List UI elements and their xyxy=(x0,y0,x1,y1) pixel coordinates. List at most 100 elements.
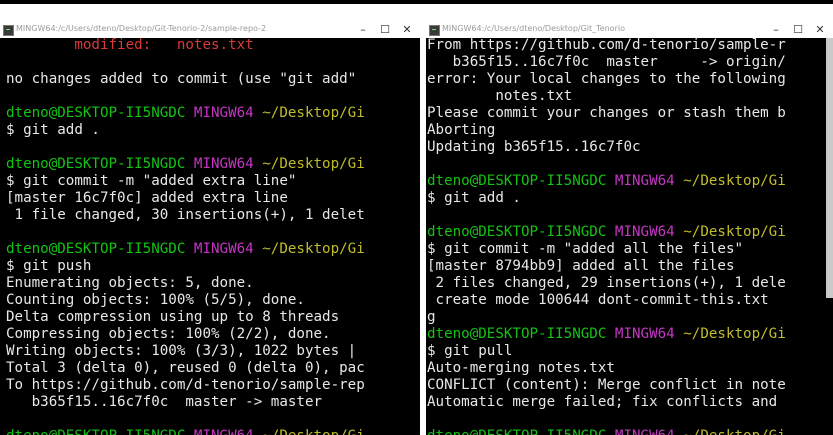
terminal-line: Automatic merge failed; fix conflicts an… xyxy=(427,394,833,411)
minimize-button[interactable]: – xyxy=(765,22,787,38)
right-window-title: MINGW64:/c/Users/dteno/Desktop/Git_Tenor… xyxy=(442,24,625,33)
terminal-text: $ git push xyxy=(6,258,92,274)
terminal-text: dteno@DESKTOP-II5NGDC xyxy=(427,173,615,189)
terminal-line: dteno@DESKTOP-II5NGDC MINGW64 ~/Desktop/… xyxy=(427,428,833,435)
terminal-text: MINGW64 xyxy=(194,428,262,435)
right-window-titlebar[interactable]: MINGW64:/c/Users/dteno/Desktop/Git_Tenor… xyxy=(426,22,833,38)
terminal-text: ~/Desktop/Gi xyxy=(262,156,365,172)
terminal-text: error: Your local changes to the followi… xyxy=(427,71,786,87)
terminal-line: [master 8794bb9] added all the files xyxy=(427,258,833,275)
terminal-text: ~/Desktop/Gi xyxy=(683,173,786,189)
terminal-app-icon xyxy=(429,25,440,36)
terminal-line: CONFLICT (content): Merge conflict in no… xyxy=(427,377,833,394)
terminal-line: [master 16c7f0c] added extra line xyxy=(6,190,420,207)
terminal-text: [master 8794bb9] added all the files xyxy=(427,258,735,274)
terminal-line: dteno@DESKTOP-II5NGDC MINGW64 ~/Desktop/… xyxy=(427,326,833,343)
terminal-text: Delta compression using up to 8 threads xyxy=(6,309,340,325)
left-terminal-output[interactable]: modified: notes.txt no changes added to c… xyxy=(6,37,420,435)
terminal-line: dteno@DESKTOP-II5NGDC MINGW64 ~/Desktop/… xyxy=(427,173,833,190)
terminal-line: Total 3 (delta 0), reused 0 (delta 0), p… xyxy=(6,360,420,377)
terminal-text: ~/Desktop/Gi xyxy=(683,428,786,435)
close-button[interactable]: ✕ xyxy=(809,22,831,38)
terminal-line: Writing objects: 100% (3/3), 1022 bytes … xyxy=(6,343,420,360)
terminal-text: Auto-merging notes.txt xyxy=(427,360,615,376)
terminal-text: Compressing objects: 100% (2/2), done. xyxy=(6,326,331,342)
terminal-text: dteno@DESKTOP-II5NGDC xyxy=(427,326,615,342)
terminal-line: Auto-merging notes.txt xyxy=(427,360,833,377)
terminal-text: CONFLICT (content): Merge conflict in no… xyxy=(427,377,786,393)
terminal-text: Counting objects: 100% (5/5), done. xyxy=(6,292,305,308)
terminal-text: Updating b365f15..16c7f0c xyxy=(427,139,641,155)
terminal-text: dteno@DESKTOP-II5NGDC xyxy=(6,105,194,121)
terminal-text: Total 3 (delta 0), reused 0 (delta 0), p… xyxy=(6,360,365,376)
maximize-button[interactable]: ☐ xyxy=(787,22,809,38)
terminal-text: To https://github.com/d-tenorio/sample-r… xyxy=(6,377,365,393)
terminal-text: dteno@DESKTOP-II5NGDC xyxy=(6,156,194,172)
terminal-text: modified: notes.txt xyxy=(6,37,254,53)
terminal-line: $ git add . xyxy=(6,122,420,139)
terminal-text: $ git commit -m "added all the files" xyxy=(427,241,744,257)
terminal-text: ~/Desktop/Gi xyxy=(683,326,786,342)
terminal-line: dteno@DESKTOP-II5NGDC MINGW64 ~/Desktop/… xyxy=(427,224,833,241)
terminal-line: b365f15..16c7f0c master -> origin/ xyxy=(427,54,833,71)
terminal-text: [master 16c7f0c] added extra line xyxy=(6,190,288,206)
terminal-line: $ git push xyxy=(6,258,420,275)
terminal-line: Please commit your changes or stash them… xyxy=(427,105,833,122)
terminal-text: $ git add . xyxy=(6,122,100,138)
terminal-text: ~/Desktop/Gi xyxy=(262,428,365,435)
maximize-button[interactable]: ☐ xyxy=(374,22,396,38)
terminal-line: From https://github.com/d-tenorio/sample… xyxy=(427,37,833,54)
terminal-text: $ git commit -m "added extra line" xyxy=(6,173,297,189)
terminal-line: $ git commit -m "added extra line" xyxy=(6,173,420,190)
terminal-text: MINGW64 xyxy=(615,428,683,435)
terminal-line: no changes added to commit (use "git add… xyxy=(6,71,420,88)
terminal-text: dteno@DESKTOP-II5NGDC xyxy=(6,241,194,257)
terminal-text: MINGW64 xyxy=(614,224,684,240)
close-button[interactable]: ✕ xyxy=(396,22,418,38)
terminal-text: MINGW64 xyxy=(193,156,263,172)
terminal-line: Compressing objects: 100% (2/2), done. xyxy=(6,326,420,343)
terminal-line: error: Your local changes to the followi… xyxy=(427,71,833,88)
right-terminal-output[interactable]: From https://github.com/d-tenorio/sample… xyxy=(427,37,833,435)
terminal-text: notes.txt xyxy=(427,88,573,104)
terminal-text: MINGW64 xyxy=(193,105,263,121)
terminal-text: no changes added to commit (use "git add… xyxy=(6,71,357,87)
terminal-app-icon xyxy=(3,25,14,36)
terminal-text: Enumerating objects: 5, done. xyxy=(6,275,254,291)
terminal-text: From https://github.com/d-tenorio/sample… xyxy=(427,37,786,53)
left-window-title: MINGW64:/c/Users/dteno/Desktop/Git-Tenor… xyxy=(16,24,267,33)
terminal-line: $ git add . xyxy=(427,190,833,207)
right-scrollbar[interactable] xyxy=(826,38,833,298)
terminal-text: 1 file changed, 30 insertions(+), 1 dele… xyxy=(6,207,365,223)
terminal-text: dteno@DESKTOP-II5NGDC xyxy=(427,224,615,240)
terminal-text: ~/Desktop/Gi xyxy=(262,241,365,257)
terminal-text: 2 files changed, 29 insertions(+), 1 del… xyxy=(427,275,786,291)
terminal-text: Automatic merge failed; fix conflicts an… xyxy=(427,394,786,410)
terminal-line: dteno@DESKTOP-II5NGDC MINGW64 ~/Desktop/… xyxy=(6,105,420,122)
left-terminal-window[interactable]: modified: notes.txt no changes added to c… xyxy=(0,22,420,435)
terminal-line: Updating b365f15..16c7f0c xyxy=(427,139,833,156)
terminal-text: b365f15..16c7f0c master -> origin/ xyxy=(427,54,786,70)
terminal-text: g xyxy=(427,309,436,325)
terminal-line: dteno@DESKTOP-II5NGDC MINGW64 ~/Desktop/… xyxy=(6,428,420,435)
terminal-line: dteno@DESKTOP-II5NGDC MINGW64 ~/Desktop/… xyxy=(6,241,420,258)
terminal-line: dteno@DESKTOP-II5NGDC MINGW64 ~/Desktop/… xyxy=(6,156,420,173)
minimize-button[interactable]: – xyxy=(352,22,374,38)
terminal-line: $ git pull xyxy=(427,343,833,360)
terminal-line: 2 files changed, 29 insertions(+), 1 del… xyxy=(427,275,833,292)
right-terminal-window[interactable]: From https://github.com/d-tenorio/sample… xyxy=(426,22,833,435)
terminal-line: notes.txt xyxy=(427,88,833,105)
terminal-line: $ git commit -m "added all the files" xyxy=(427,241,833,258)
terminal-text: dteno@DESKTOP-II5NGDC xyxy=(6,428,194,435)
left-window-titlebar[interactable]: MINGW64:/c/Users/dteno/Desktop/Git-Tenor… xyxy=(0,22,420,38)
terminal-text: create mode 100644 dont-commit-this.txt xyxy=(427,292,769,308)
top-edge-bar xyxy=(0,0,833,4)
terminal-line: Enumerating objects: 5, done. xyxy=(6,275,420,292)
terminal-line: Delta compression using up to 8 threads xyxy=(6,309,420,326)
terminal-text: MINGW64 xyxy=(614,173,684,189)
